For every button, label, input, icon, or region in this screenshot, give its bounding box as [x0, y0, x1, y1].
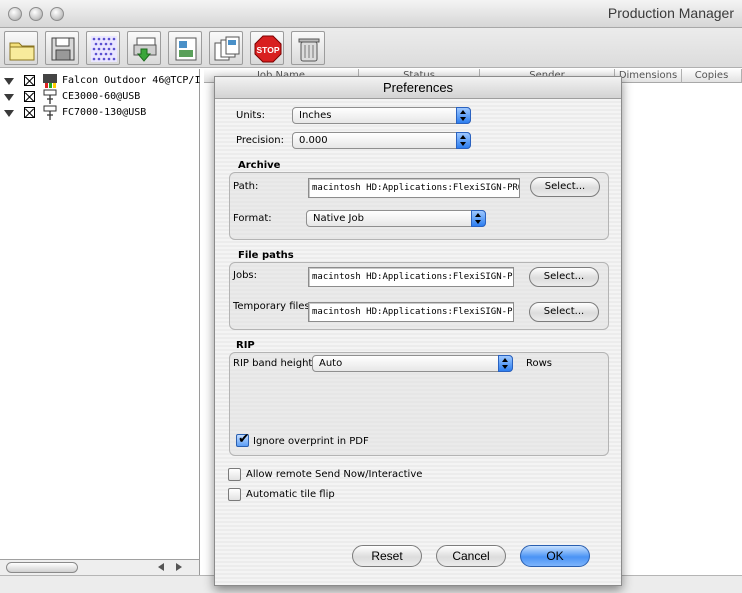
preferences-dialog: Preferences Units: Inches Precision: 0.0…	[214, 76, 622, 586]
production-manager-window: Production Manager STOP Falcon Outdoor 4…	[0, 0, 742, 593]
allow-remote-checkbox[interactable]	[228, 468, 241, 481]
rip-button[interactable]	[86, 31, 120, 65]
jobs-path-field[interactable]: macintosh HD:Applications:FlexiSIGN-PRO …	[308, 267, 514, 287]
folder-icon	[9, 42, 35, 61]
archive-path-field[interactable]: macintosh HD:Applications:FlexiSIGN-PRO …	[308, 178, 520, 198]
precision-label: Precision:	[236, 135, 284, 146]
printer-disabled-checkbox[interactable]	[24, 75, 35, 86]
rip-band-height-value: Auto	[319, 358, 343, 369]
ok-button[interactable]: OK	[520, 545, 590, 567]
printer-send-icon	[133, 37, 157, 62]
archive-format-popup[interactable]: Native Job	[306, 210, 486, 227]
zoom-window-button[interactable]	[50, 7, 64, 21]
temporary-files-select-button[interactable]: Select...	[529, 302, 599, 322]
cutter-icon	[43, 105, 57, 120]
delete-button[interactable]	[291, 31, 325, 65]
printer-color-icon	[43, 74, 57, 88]
rip-band-height-popup[interactable]: Auto	[312, 355, 513, 372]
stop-sign-label: STOP	[257, 45, 280, 55]
open-folder-button[interactable]	[4, 31, 38, 65]
scroll-left-arrow-icon[interactable]	[158, 563, 164, 571]
disclosure-triangle-icon[interactable]	[4, 94, 14, 101]
printer-disabled-checkbox[interactable]	[24, 107, 35, 118]
printer-label: CE3000-60@USB	[62, 91, 141, 102]
title-bar: Production Manager	[0, 0, 742, 28]
copies-icon	[214, 36, 240, 61]
printer-row[interactable]: Falcon Outdoor 46@TCP/IP	[0, 73, 207, 89]
printer-label: FC7000-130@USB	[62, 107, 147, 118]
scrollbar-thumb[interactable]	[6, 562, 78, 573]
automatic-tile-flip-checkbox[interactable]	[228, 488, 241, 501]
floppy-disk-icon	[51, 37, 75, 61]
precision-value: 0.000	[299, 135, 328, 146]
printer-list: Falcon Outdoor 46@TCP/IP CE3000-60@USB F…	[0, 69, 207, 559]
archive-select-button[interactable]: Select...	[530, 177, 600, 197]
file-paths-section-label: File paths	[238, 250, 294, 261]
column-header-copies[interactable]: Copies	[682, 69, 742, 83]
printer-disabled-checkbox[interactable]	[24, 91, 35, 102]
units-label: Units:	[236, 110, 265, 121]
jobs-select-button[interactable]: Select...	[529, 267, 599, 287]
printer-row[interactable]: CE3000-60@USB	[0, 89, 200, 105]
allow-remote-label: Allow remote Send Now/Interactive	[246, 469, 423, 480]
toolbar: STOP	[0, 28, 742, 68]
save-button[interactable]	[45, 31, 79, 65]
stop-button[interactable]: STOP	[250, 31, 284, 65]
archive-format-value: Native Job	[313, 213, 364, 224]
cutter-icon	[43, 89, 57, 104]
archive-section-label: Archive	[238, 160, 281, 171]
layout-icon	[175, 37, 197, 61]
precision-popup[interactable]: 0.000	[292, 132, 471, 149]
temporary-files-field[interactable]: macintosh HD:Applications:FlexiSIGN-PRO …	[308, 302, 514, 322]
printer-row[interactable]: FC7000-130@USB	[0, 105, 200, 121]
archive-format-label: Format:	[233, 213, 272, 224]
popup-arrows-icon	[471, 210, 486, 227]
units-popup[interactable]: Inches	[292, 107, 471, 124]
send-to-printer-button[interactable]	[127, 31, 161, 65]
scroll-right-arrow-icon[interactable]	[176, 563, 182, 571]
ignore-overprint-checkbox[interactable]	[236, 431, 250, 447]
popup-arrows-icon	[498, 355, 513, 372]
layout-button[interactable]	[168, 31, 202, 65]
units-value: Inches	[299, 110, 332, 121]
disclosure-triangle-icon[interactable]	[4, 110, 14, 117]
rip-band-height-label: RIP band height:	[233, 358, 316, 369]
dialog-title: Preferences	[215, 77, 621, 99]
automatic-tile-flip-label: Automatic tile flip	[246, 489, 335, 500]
column-header-dimensions[interactable]: Dimensions	[615, 69, 682, 83]
printer-label: Falcon Outdoor 46@TCP/IP	[62, 75, 207, 86]
jobs-path-label: Jobs:	[233, 270, 257, 281]
minimize-window-button[interactable]	[29, 7, 43, 21]
stop-sign-icon: STOP	[254, 35, 282, 63]
archive-path-label: Path:	[233, 181, 259, 192]
window-title: Production Manager	[607, 5, 734, 21]
disclosure-triangle-icon[interactable]	[4, 78, 14, 85]
left-horizontal-scrollbar[interactable]	[0, 559, 200, 575]
close-window-button[interactable]	[8, 7, 22, 21]
cancel-button[interactable]: Cancel	[436, 545, 506, 567]
popup-arrows-icon	[456, 107, 471, 124]
reset-button[interactable]: Reset	[352, 545, 422, 567]
trash-icon	[298, 38, 320, 62]
rip-section-label: RIP	[236, 340, 255, 351]
popup-arrows-icon	[456, 132, 471, 149]
copies-button[interactable]	[209, 31, 243, 65]
temporary-files-label: Temporary files:	[233, 301, 314, 312]
dotted-grid-icon	[91, 36, 117, 62]
rip-band-unit-label: Rows	[526, 358, 553, 369]
ignore-overprint-label: Ignore overprint in PDF	[253, 436, 369, 447]
